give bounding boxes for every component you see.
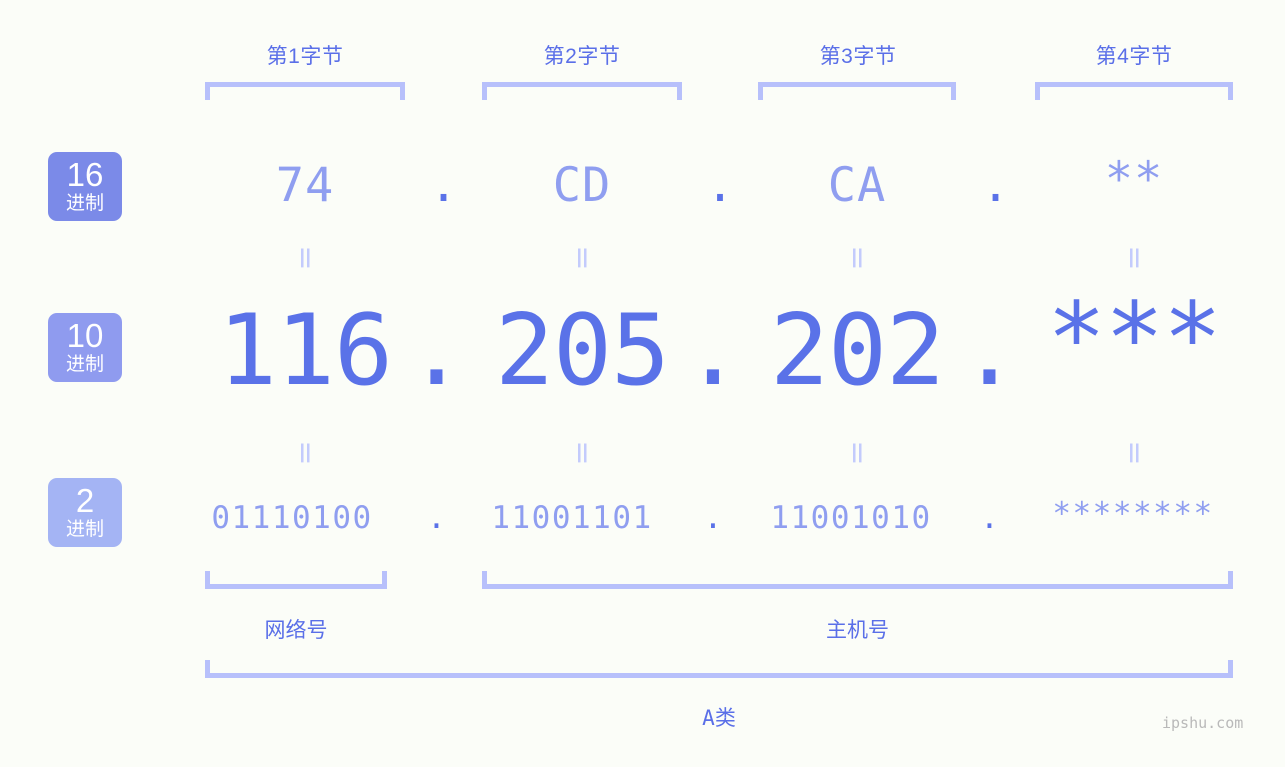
byte-bracket-3 [758, 82, 956, 100]
base-badge-dec-suffix: 进制 [65, 354, 104, 375]
base-badge-bin: 2 进制 [48, 478, 122, 547]
equals-connector-dec-bin-4: = [1117, 440, 1152, 466]
hex-separator-2: . [705, 158, 735, 213]
byte-header-label-2: 第2字节 [543, 45, 621, 68]
byte-bracket-2 [482, 82, 682, 100]
equals-connector-hex-dec-3: = [840, 245, 875, 271]
equals-connector-hex-dec-1: = [288, 245, 323, 271]
decimal-byte-3: 202 [769, 294, 945, 408]
byte-header-label-3: 第3字节 [819, 45, 897, 68]
decimal-byte-4: *** [1046, 282, 1222, 396]
equals-connector-hex-dec-2: = [565, 245, 600, 271]
decimal-byte-2: 205 [494, 294, 670, 408]
ip-class-label: A类 [702, 706, 736, 730]
binary-separator-3: . [980, 500, 999, 536]
binary-byte-3: 11001010 [770, 500, 932, 536]
hex-byte-2: CD [552, 158, 612, 213]
network-portion-bracket [205, 571, 387, 589]
decimal-separator-3: . [959, 294, 1019, 408]
equals-connector-hex-dec-4: = [1117, 245, 1152, 271]
decimal-separator-2: . [683, 294, 743, 408]
equals-connector-dec-bin-1: = [288, 440, 323, 466]
decimal-byte-1: 116 [217, 294, 393, 408]
byte-header-label-4: 第4字节 [1095, 45, 1173, 68]
base-badge-hex-suffix: 进制 [65, 193, 104, 214]
ip-breakdown-diagram: 第1字节 第2字节 第3字节 第4字节 16 进制 10 进制 2 进制 74 … [0, 0, 1285, 767]
byte-bracket-4 [1035, 82, 1233, 100]
byte-header-label-1: 第1字节 [266, 45, 344, 68]
base-badge-bin-suffix: 进制 [65, 519, 104, 540]
equals-connector-dec-bin-2: = [565, 440, 600, 466]
hex-byte-4: ** [1104, 152, 1164, 207]
equals-connector-dec-bin-3: = [840, 440, 875, 466]
host-portion-bracket [482, 571, 1233, 589]
binary-byte-2: 11001101 [491, 500, 653, 536]
decimal-separator-1: . [406, 294, 466, 408]
binary-separator-1: . [427, 500, 446, 536]
base-badge-dec: 10 进制 [48, 313, 122, 382]
binary-byte-4: ******** [1052, 496, 1214, 532]
base-badge-dec-number: 10 [66, 317, 104, 354]
hex-byte-3: CA [827, 158, 887, 213]
base-badge-hex: 16 进制 [48, 152, 122, 221]
hex-separator-3: . [981, 158, 1010, 213]
base-badge-bin-number: 2 [75, 482, 95, 519]
host-portion-label: 主机号 [826, 619, 889, 642]
binary-separator-2: . [703, 500, 723, 536]
hex-byte-1: 74 [275, 158, 335, 213]
binary-byte-1: 01110100 [211, 500, 373, 536]
byte-bracket-1 [205, 82, 405, 100]
site-watermark: ipshu.com [1162, 714, 1244, 732]
network-portion-label: 网络号 [264, 619, 328, 642]
base-badge-hex-number: 16 [66, 156, 104, 193]
ip-class-bracket [205, 660, 1233, 678]
hex-separator-1: . [429, 158, 458, 213]
